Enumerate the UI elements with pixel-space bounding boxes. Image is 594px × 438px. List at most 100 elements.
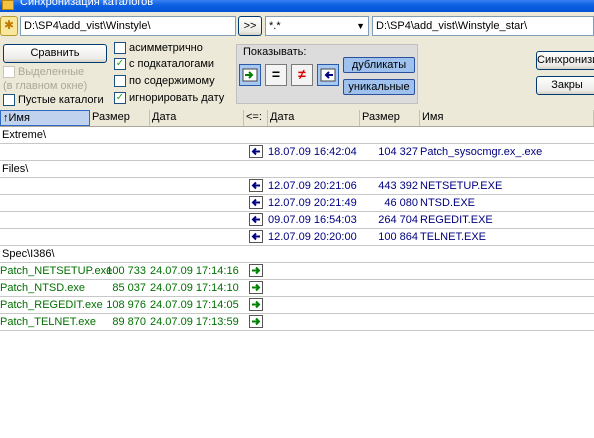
- checkbox-box: [114, 75, 126, 87]
- show-right-only-button[interactable]: [317, 64, 339, 86]
- right-size-cell: 264 704: [378, 214, 418, 226]
- by-content-label: по содержимому: [129, 75, 215, 87]
- left-path-input[interactable]: D:\SP4\add_vist\Winstyle\: [20, 16, 236, 36]
- group-row[interactable]: Spec\I386\: [0, 246, 594, 263]
- column-right-size[interactable]: Размер: [360, 110, 420, 126]
- right-size-cell: 443 392: [378, 180, 418, 192]
- copy-right-arrow-icon[interactable]: [249, 315, 263, 328]
- table-row[interactable]: Patch_NETSETUP.exe 100 733 24.07.09 17:14:…: [0, 263, 594, 280]
- table-row[interactable]: 12.07.09 20:21:49 46 080 NTSD.EXE: [0, 195, 594, 212]
- column-right-name[interactable]: Имя: [420, 110, 594, 126]
- copy-right-arrow-icon[interactable]: [249, 281, 263, 294]
- column-left-date[interactable]: Дата: [150, 110, 244, 126]
- chevron-down-icon[interactable]: ▼: [356, 17, 365, 35]
- empty-dirs-label: Пустые каталоги: [18, 94, 104, 106]
- copy-right-arrow-icon[interactable]: [249, 264, 263, 277]
- right-name-cell: TELNET.EXE: [420, 231, 487, 243]
- copy-right-arrow-icon[interactable]: [249, 298, 263, 311]
- arrow-left-icon: [320, 68, 336, 82]
- file-mask-select[interactable]: *.* ▼: [265, 16, 369, 36]
- unique-button[interactable]: уникальные: [343, 79, 415, 95]
- subdirs-checkbox[interactable]: ✓ с подкаталогами: [114, 58, 214, 72]
- column-left-name[interactable]: ↑Имя: [0, 110, 90, 126]
- left-size-cell: 85 037: [112, 282, 146, 294]
- title-bar: Синхронизация каталогов: [0, 0, 594, 12]
- show-label: Показывать:: [243, 46, 307, 58]
- check-icon: ✓: [114, 58, 126, 70]
- not-equal-icon: ≠: [298, 66, 306, 82]
- column-header: ↑Имя Размер Дата <=: Дата Размер Имя: [0, 110, 594, 127]
- table-row[interactable]: 12.07.09 20:20:00 100 864 TELNET.EXE: [0, 229, 594, 246]
- show-different-button[interactable]: ≠: [291, 64, 313, 86]
- right-name-cell: NETSETUP.EXE: [420, 180, 503, 192]
- group-row[interactable]: Files\: [0, 161, 594, 178]
- duplicates-button[interactable]: дубликаты: [343, 57, 415, 73]
- right-name-cell: Patch_sysocmgr.ex_.exe: [420, 146, 543, 158]
- column-right-date[interactable]: Дата: [268, 110, 360, 126]
- folder-sync-icon: [2, 0, 14, 10]
- left-size-cell: 108 976: [106, 299, 146, 311]
- group-title: Extreme\: [2, 129, 47, 141]
- file-mask-value: *.*: [269, 20, 281, 32]
- empty-dirs-checkbox[interactable]: Пустые каталоги: [3, 94, 104, 108]
- left-date-cell: 24.07.09 17:14:05: [150, 299, 239, 311]
- right-size-cell: 100 864: [378, 231, 418, 243]
- left-name-cell: Patch_NTSD.exe: [0, 282, 85, 294]
- left-date-cell: 24.07.09 17:13:59: [150, 316, 239, 328]
- left-size-cell: 89 870: [112, 316, 146, 328]
- in-main-window-label: (в главном окне): [3, 80, 88, 92]
- checkbox-box: [114, 42, 126, 54]
- close-button[interactable]: Закры: [536, 76, 594, 95]
- asymmetric-checkbox[interactable]: асимметрично: [114, 42, 203, 56]
- left-name-cell: Patch_REGEDIT.exe: [0, 299, 103, 311]
- copy-left-arrow-icon[interactable]: [249, 145, 263, 158]
- selected-only-checkbox[interactable]: Выделенные: [3, 66, 84, 80]
- compare-button[interactable]: Сравнить: [3, 44, 107, 63]
- options-panel: ✱ D:\SP4\add_vist\Winstyle\ >> *.* ▼ D:\…: [0, 12, 594, 110]
- by-content-checkbox[interactable]: по содержимому: [114, 75, 215, 89]
- in-main-window-note: (в главном окне): [3, 80, 87, 94]
- window-title: Синхронизация каталогов: [20, 0, 154, 8]
- group-title: Files\: [2, 163, 29, 175]
- table-row[interactable]: Patch_TELNET.exe 89 870 24.07.09 17:13:59: [0, 314, 594, 331]
- right-name-cell: REGEDIT.EXE: [420, 214, 493, 226]
- check-icon: ✓: [114, 92, 126, 104]
- comparison-list[interactable]: Extreme\ 18.07.09 16:42:04 104 327 Patch_sy…: [0, 127, 594, 438]
- ignore-date-label: игнорировать дату: [129, 92, 225, 104]
- checkbox-box: [3, 94, 15, 106]
- group-row[interactable]: Extreme\: [0, 127, 594, 144]
- column-direction[interactable]: <=:: [244, 110, 268, 126]
- show-equal-button[interactable]: =: [265, 64, 287, 86]
- asymmetric-label: асимметрично: [129, 42, 203, 54]
- table-row[interactable]: 18.07.09 16:42:04 104 327 Patch_sysocmgr.e…: [0, 144, 594, 161]
- left-size-cell: 100 733: [106, 265, 146, 277]
- table-row[interactable]: 12.07.09 20:21:06 443 392 NETSETUP.EXE: [0, 178, 594, 195]
- right-path-input[interactable]: D:\SP4\add_vist\Winstyle_star\: [372, 16, 594, 36]
- right-size-cell: 104 327: [378, 146, 418, 158]
- ignore-date-checkbox[interactable]: ✓ игнорировать дату: [114, 92, 224, 106]
- swap-paths-button[interactable]: >>: [238, 16, 262, 36]
- right-date-cell: 09.07.09 16:54:03: [268, 214, 357, 226]
- favorites-star-button[interactable]: ✱: [0, 16, 18, 36]
- copy-left-arrow-icon[interactable]: [249, 179, 263, 192]
- left-name-cell: Patch_NETSETUP.exe: [0, 265, 113, 277]
- copy-left-arrow-icon[interactable]: [249, 213, 263, 226]
- synchronize-button[interactable]: Синхронизи: [536, 51, 594, 70]
- left-name-cell: Patch_TELNET.exe: [0, 316, 96, 328]
- right-date-cell: 12.07.09 20:21:06: [268, 180, 357, 192]
- right-name-cell: NTSD.EXE: [420, 197, 476, 209]
- selected-only-label: Выделенные: [18, 66, 85, 78]
- left-date-cell: 24.07.09 17:14:10: [150, 282, 239, 294]
- subdirs-label: с подкаталогами: [129, 58, 215, 70]
- arrow-right-icon: [242, 68, 258, 82]
- table-row[interactable]: Patch_NTSD.exe 85 037 24.07.09 17:14:10: [0, 280, 594, 297]
- star-icon: ✱: [3, 18, 15, 32]
- copy-left-arrow-icon[interactable]: [249, 230, 263, 243]
- table-row[interactable]: 09.07.09 16:54:03 264 704 REGEDIT.EXE: [0, 212, 594, 229]
- left-date-cell: 24.07.09 17:14:16: [150, 265, 239, 277]
- copy-left-arrow-icon[interactable]: [249, 196, 263, 209]
- column-left-size[interactable]: Размер: [90, 110, 150, 126]
- table-row[interactable]: Patch_REGEDIT.exe 108 976 24.07.09 17:14:0…: [0, 297, 594, 314]
- group-title: Spec\I386\: [2, 248, 55, 260]
- show-left-only-button[interactable]: [239, 64, 261, 86]
